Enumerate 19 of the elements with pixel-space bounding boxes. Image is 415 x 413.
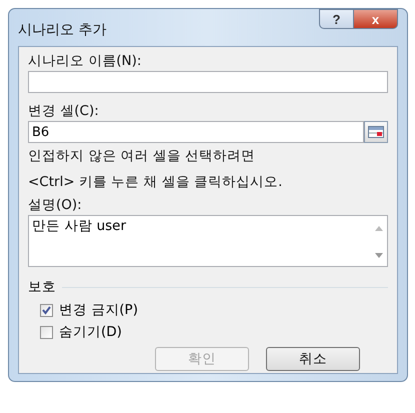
close-button[interactable]: x [354, 9, 398, 29]
range-icon [368, 126, 384, 138]
checkbox-label: 숨기기(D) [59, 323, 122, 341]
field-label: 설명(O): [28, 196, 82, 215]
range-select-button[interactable] [364, 121, 388, 143]
checkbox[interactable] [40, 326, 53, 338]
field-label: 변경 셀(C): [28, 102, 99, 121]
hint-text: 인접하지 않은 여러 셀을 선택하려면 [28, 147, 256, 166]
cell-input-field[interactable]: B6 [28, 121, 364, 143]
window-title: 시나리오 추가 [18, 21, 106, 39]
name-input-field[interactable] [28, 71, 388, 93]
comment-text-area[interactable]: 만든 사람 user [28, 215, 388, 267]
field-label: 시나리오 이름(N): [28, 52, 142, 71]
cancel-button[interactable]: 취소 [266, 347, 360, 371]
group-title: 보호 [28, 278, 56, 297]
checkbox-label: 변경 금지(P) [59, 301, 138, 319]
hint-text: <Ctrl> 키를 누른 채 셀을 클릭하십시오. [28, 173, 282, 192]
help-button[interactable]: ? [319, 9, 354, 29]
checkbox[interactable] [40, 304, 53, 316]
